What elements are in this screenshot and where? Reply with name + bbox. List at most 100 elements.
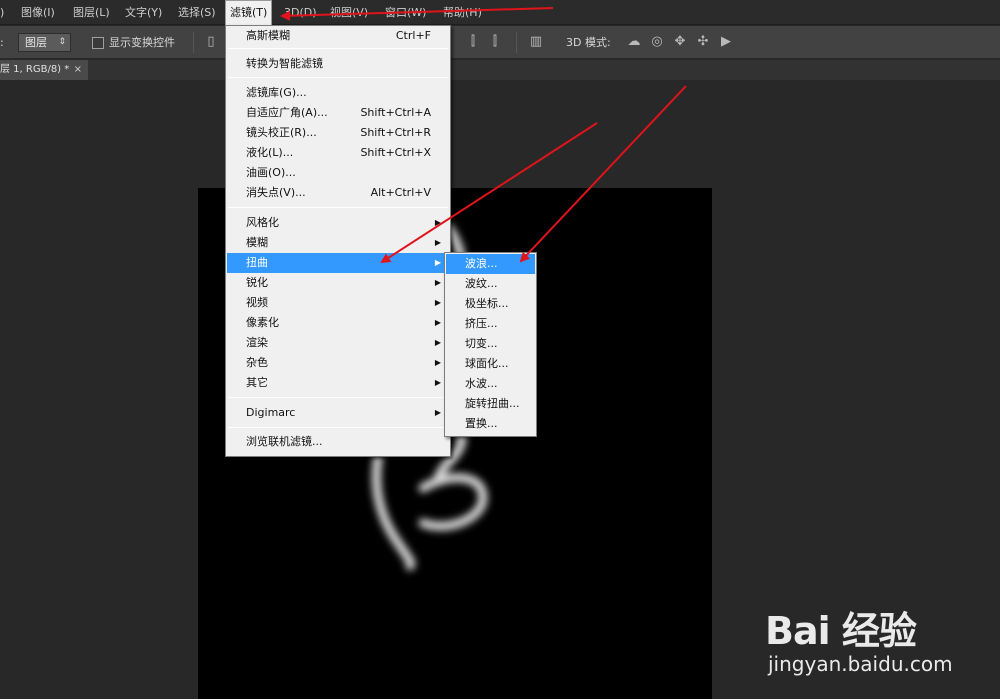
menu-item-shortcut: Shift+Ctrl+X [360,146,431,159]
auto-align-icon[interactable]: ▥ [528,34,544,50]
submenu-arrow-icon: ▶ [434,318,441,327]
menu-item-label: 视频 [246,296,268,309]
menu-item-shortcut: Shift+Ctrl+A [360,106,431,119]
menu-item-noise[interactable]: 杂色 ▶ [227,353,449,373]
menu-item-label: 风格化 [246,216,279,229]
submenu-arrow-icon: ▶ [434,238,441,247]
menu-filter[interactable]: 滤镜(T) [225,0,273,25]
menu-edit[interactable]: ) [0,0,4,25]
watermark-url: jingyan.baidu.com [768,652,953,676]
menu-item-label: 锐化 [246,276,268,289]
auto-select-value: 图层 [25,36,47,49]
menu-item-label: 浏览联机滤镜... [246,435,323,448]
document-tab-title: 层 1, RGB/8) * [0,64,70,75]
submenu-arrow-icon: ▶ [434,408,441,417]
filter-menu: 高斯模糊 Ctrl+F 转换为智能滤镜 滤镜库(G)... 自适应广角(A)...… [225,25,451,457]
menu-divider [228,77,448,78]
menu-view[interactable]: 视图(V) [330,0,368,25]
menu-item-distort[interactable]: 扭曲 ▶ [227,253,449,273]
show-transform-checkbox[interactable] [92,37,104,49]
menu-item-adaptive-wide-angle[interactable]: 自适应广角(A)... Shift+Ctrl+A [227,103,449,123]
3d-slide-icon[interactable]: ✣ [695,34,711,50]
menu-3d[interactable]: 3D(D) [284,0,317,25]
menu-item-label: 渲染 [246,336,268,349]
menu-item-label: 滤镜库(G)... [246,86,307,99]
baidu-watermark: Bai 经验 jingyan.baidu.com [765,590,990,680]
menu-layer[interactable]: 图层(L) [73,0,110,25]
document-tab[interactable]: 层 1, RGB/8) * × [0,60,88,80]
menu-item-lens-correction[interactable]: 镜头校正(R)... Shift+Ctrl+R [227,123,449,143]
menu-item-shortcut: Shift+Ctrl+R [360,126,431,139]
menu-item-other[interactable]: 其它 ▶ [227,373,449,393]
menu-item-shortcut: Ctrl+F [395,29,431,42]
menu-item-label: 其它 [246,376,268,389]
baidu-logo: Bai 经验 [765,609,917,653]
menu-divider [228,397,448,398]
options-bar: : 图层 ⇕ 显示变换控件 ▯ ⫿ ⫿ ▥ 3D 模式: ☁ ◎ ✥ ✣ ▶ [0,26,1000,59]
separator [516,32,517,53]
3d-scale-icon[interactable]: ▶ [718,34,734,50]
menu-item-pixelate[interactable]: 像素化 ▶ [227,313,449,333]
3d-rotate-icon[interactable]: ☁ [626,34,642,50]
menu-item-sharpen[interactable]: 锐化 ▶ [227,273,449,293]
submenu-item-displace[interactable]: 置换... [446,414,535,434]
menu-window[interactable]: 窗口(W) [385,0,426,25]
menu-bar: ) 图像(I) 图层(L) 文字(Y) 选择(S) 滤镜(T) 3D(D) 视图… [0,0,1000,25]
submenu-item-pinch[interactable]: 挤压... [446,314,535,334]
separator [193,32,194,53]
distribute-icon[interactable]: ⫿ [465,34,481,50]
submenu-item-ripple[interactable]: 波纹... [446,274,535,294]
submenu-item-shear[interactable]: 切变... [446,334,535,354]
3d-drag-icon[interactable]: ✥ [672,34,688,50]
menu-item-label: 液化(L)... [246,146,294,159]
show-transform-label: 显示变换控件 [109,36,175,49]
submenu-item-polar-coordinates[interactable]: 极坐标... [446,294,535,314]
align-top-icon[interactable]: ▯ [203,34,219,50]
menu-item-render[interactable]: 渲染 ▶ [227,333,449,353]
close-icon[interactable]: × [74,60,82,80]
auto-select-dropdown[interactable]: 图层 ⇕ [18,33,71,52]
menu-image[interactable]: 图像(I) [21,0,55,25]
menu-item-last-filter[interactable]: 高斯模糊 Ctrl+F [227,26,449,46]
menu-item-label: 自适应广角(A)... [246,106,328,119]
menu-item-label: 镜头校正(R)... [246,126,317,139]
menu-type[interactable]: 文字(Y) [125,0,162,25]
menu-item-label: 油画(O)... [246,166,296,179]
menu-item-smart-filter[interactable]: 转换为智能滤镜 [227,54,449,74]
menu-item-label: 杂色 [246,356,268,369]
menu-item-browse-filters-online[interactable]: 浏览联机滤镜... [227,432,449,452]
menu-divider [228,207,448,208]
menu-item-stylize[interactable]: 风格化 ▶ [227,213,449,233]
submenu-arrow-icon: ▶ [434,298,441,307]
submenu-arrow-icon: ▶ [434,258,441,267]
menu-divider [228,427,448,428]
distort-submenu: 波浪... 波纹... 极坐标... 挤压... 切变... 球面化... 水波… [444,252,537,437]
submenu-arrow-icon: ▶ [434,218,441,227]
document-tab-bar: 层 1, RGB/8) * × [0,60,1000,80]
menu-divider [228,48,448,49]
submenu-arrow-icon: ▶ [434,358,441,367]
chevron-updown-icon: ⇕ [58,37,66,47]
submenu-item-zigzag[interactable]: 水波... [446,374,535,394]
submenu-item-twirl[interactable]: 旋转扭曲... [446,394,535,414]
menu-item-label: 高斯模糊 [246,29,290,42]
3d-mode-label: 3D 模式: [566,36,611,49]
submenu-item-spherize[interactable]: 球面化... [446,354,535,374]
menu-item-label: 像素化 [246,316,279,329]
menu-item-label: 扭曲 [246,256,268,269]
menu-item-filter-gallery[interactable]: 滤镜库(G)... [227,83,449,103]
submenu-arrow-icon: ▶ [434,338,441,347]
3d-roll-icon[interactable]: ◎ [649,34,665,50]
submenu-item-wave[interactable]: 波浪... [446,254,535,274]
menu-item-oil-paint[interactable]: 油画(O)... [227,163,449,183]
menu-help[interactable]: 帮助(H) [443,0,482,25]
menu-item-blur[interactable]: 模糊 ▶ [227,233,449,253]
submenu-arrow-icon: ▶ [434,278,441,287]
menu-item-digimarc[interactable]: Digimarc ▶ [227,403,449,423]
menu-select[interactable]: 选择(S) [178,0,216,25]
menu-item-label: 转换为智能滤镜 [246,57,323,70]
menu-item-video[interactable]: 视频 ▶ [227,293,449,313]
distribute-center-icon[interactable]: ⫿ [487,34,503,50]
menu-item-liquify[interactable]: 液化(L)... Shift+Ctrl+X [227,143,449,163]
menu-item-vanishing-point[interactable]: 消失点(V)... Alt+Ctrl+V [227,183,449,203]
